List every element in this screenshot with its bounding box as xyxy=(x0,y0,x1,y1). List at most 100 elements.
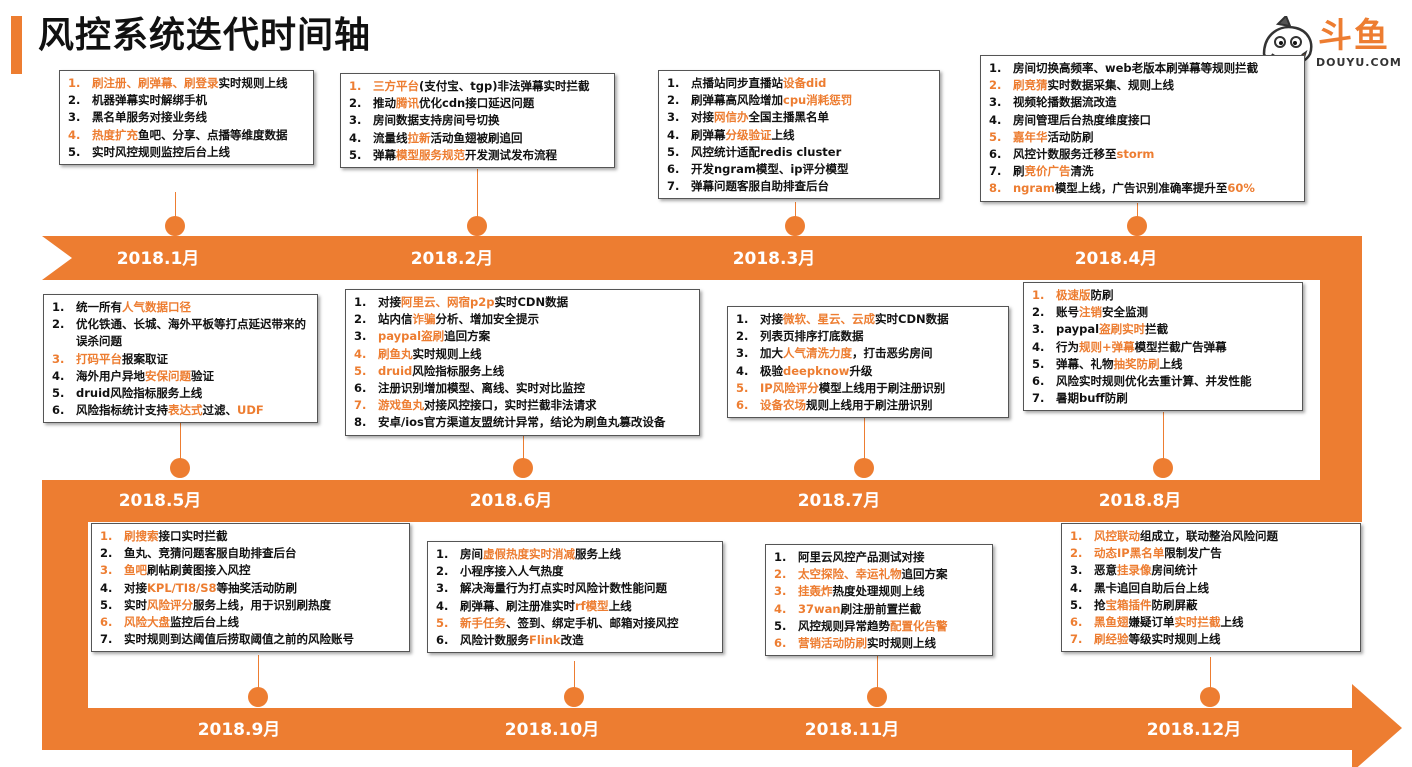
highlight-text: 竞价广告 xyxy=(1024,164,1071,179)
item-text: 视频轮播数据流改造 xyxy=(1013,94,1298,111)
timeline-node xyxy=(467,216,487,236)
timeline-node xyxy=(1127,216,1147,236)
item-number: 8. xyxy=(989,181,1002,196)
milestone-list: 1. 房间虚假热度实时消减服务上线 2. 小程序接入人气热度 3. 解决海量行为打点实时风… xyxy=(434,546,716,649)
milestone-item: 6. 风险大盘监控后台上线 xyxy=(98,614,403,631)
item-number: 1. xyxy=(774,550,787,564)
milestone-item: 7. 暑期buff防刷 xyxy=(1030,390,1296,407)
plain-text: 海外用户异地 xyxy=(76,368,145,383)
item-number: 2. xyxy=(354,312,367,327)
highlight-text: 打码平台 xyxy=(76,351,122,366)
plain-text: 实时规则到达阈值后捞取阈值之前的风险账号 xyxy=(124,632,354,647)
milestone-item: 3. 加大人气清洗力度，打击恶劣房间 xyxy=(734,345,1002,362)
milestone-item: 2. 站内信诈骗分析、增加安全提示 xyxy=(352,311,693,328)
plain-text: 风险实时规则优化去重计算、并发性能 xyxy=(1056,374,1252,389)
highlight-text: 鱼吧 xyxy=(124,563,147,578)
highlight-text: 太空探险、幸运礼物 xyxy=(798,567,902,582)
plain-text: 规则上线用于刷注册识别 xyxy=(806,398,933,413)
milestone-item: 1. 极速版防刷 xyxy=(1030,287,1296,304)
item-text: 挂轰炸热度处理规则上线 xyxy=(798,583,986,600)
milestone-item: 5. 风控统计适配redis cluster xyxy=(665,144,933,161)
plain-text: 小程序接入人气热度 xyxy=(460,564,564,579)
plain-text: 分析、增加安全提示 xyxy=(435,312,540,327)
item-number: 5. xyxy=(68,144,81,159)
month-label: 2018.6月 xyxy=(469,491,553,511)
timeline-node xyxy=(165,216,185,236)
milestone-item: 2. 刷弹幕高风险增加cpu消耗惩罚 xyxy=(665,92,933,109)
plain-text: 加大 xyxy=(760,346,783,361)
milestone-item: 2. 刷竞猜实时数据采集、规则上线 xyxy=(987,77,1298,94)
item-number: 2. xyxy=(52,317,65,332)
item-number: 2. xyxy=(1070,546,1083,561)
plain-text: 服务上线 xyxy=(575,547,621,561)
milestone-item: 2. 太空探险、幸运礼物追回方案 xyxy=(772,566,986,583)
highlight-text: 挂轰炸 xyxy=(798,584,833,599)
plain-text: 房间管理后台热度维度接口 xyxy=(1013,112,1151,127)
item-text: 刷搜索接口实时拦截 xyxy=(124,528,403,545)
item-text: 优化铁通、长城、海外平板等打点延迟带来的误杀问题 xyxy=(76,316,311,350)
plain-text: 服务上线，用于识别刷热度 xyxy=(193,597,331,612)
milestone-list: 1. 阿里云风控产品测试对接 2. 太空探险、幸运礼物追回方案 3. 挂轰炸热度处理规则上… xyxy=(772,549,986,652)
milestone-item: 5. 风控规则异常趋势配置化告警 xyxy=(772,618,986,635)
item-text: 打码平台报案取证 xyxy=(76,351,311,368)
highlight-text: Flink xyxy=(529,633,561,648)
item-number: 8. xyxy=(354,415,367,430)
plain-text: 模型上线用于刷注册识别 xyxy=(818,380,946,395)
milestone-item: 3. paypal盗刷追回方案 xyxy=(352,328,693,345)
highlight-text: 风险大盘 xyxy=(124,615,170,630)
milestone-item: 4. 对接KPL/TI8/S8等抽奖活动防刷 xyxy=(98,580,403,597)
item-number: 4. xyxy=(349,130,362,145)
plain-text: 对接 xyxy=(691,110,714,125)
milestone-item: 1. 对接阿里云、网宿p2p实时CDN数据 xyxy=(352,294,693,311)
plain-text: 实时规则上线 xyxy=(218,76,288,90)
timeline-node xyxy=(867,687,887,707)
highlight-text: 刷竞猜 xyxy=(1013,78,1048,93)
milestone-item: 3. 恶意挂录像房间统计 xyxy=(1068,562,1354,579)
highlight-text: 刷鱼丸 xyxy=(378,346,413,361)
milestone-list: 1. 风控联动组成立，联动整治风险问题 2. 动态IP黑名单限制发广告 3. 恶意挂录像房… xyxy=(1068,528,1354,648)
item-number: 4. xyxy=(68,127,81,142)
highlight-text: 刷注册、刷弹幕、刷登录 xyxy=(92,76,219,90)
item-text: 黑名单服务对接业务线 xyxy=(92,109,307,126)
milestone-box: 1. 对接微软、星云、云成实时CDN数据 2. 列表页排序打底数据 3. 加大人气清洗力度… xyxy=(727,306,1009,419)
milestone-item: 4. 刷鱼丸实时规则上线 xyxy=(352,346,693,363)
item-number: 3. xyxy=(736,346,749,361)
item-number: 6. xyxy=(667,162,680,177)
milestone-box: 1. 极速版防刷 2. 账号注销安全监测 3. paypal盗刷实时拦截 4. 行为规则+弹幕… xyxy=(1023,282,1303,412)
milestone-item: 3. 挂轰炸热度处理规则上线 xyxy=(772,583,986,600)
item-number: 5. xyxy=(667,144,680,159)
plain-text: 优化铁通、长城、海外平板等打点延迟带来的误杀问题 xyxy=(76,317,306,349)
milestone-list: 1. 点播站同步直播站设备did 2. 刷弹幕高风险增加cpu消耗惩罚 3. 对接网信办全… xyxy=(665,75,933,195)
item-number: 3. xyxy=(1070,563,1083,578)
item-number: 7. xyxy=(989,164,1002,179)
item-number: 7. xyxy=(1070,632,1083,647)
plain-text: 等级实时规则上线 xyxy=(1128,632,1221,647)
timeline-node xyxy=(1200,687,1220,707)
item-text: 实时规则到达阈值后捞取阈值之前的风险账号 xyxy=(124,631,403,648)
plain-text: 实时规则上线 xyxy=(412,346,482,361)
item-number: 5. xyxy=(354,363,367,378)
item-number: 3. xyxy=(774,584,787,599)
plain-text: 防刷屏蔽 xyxy=(1151,597,1198,612)
plain-text: 安全监测 xyxy=(1102,305,1148,320)
plain-text: 恶意 xyxy=(1094,563,1117,578)
item-text: 嘉年华活动防刷 xyxy=(1013,129,1298,146)
highlight-text: 腾讯 xyxy=(396,96,419,111)
item-number: 4. xyxy=(736,363,749,378)
item-number: 6. xyxy=(1032,374,1045,389)
item-number: 3. xyxy=(989,95,1002,110)
item-text: 刷弹幕高风险增加cpu消耗惩罚 xyxy=(691,92,933,109)
item-text: 对接KPL/TI8/S8等抽奖活动防刷 xyxy=(124,580,403,597)
item-number: 4. xyxy=(52,368,65,383)
item-number: 5. xyxy=(349,147,362,162)
item-number: 2. xyxy=(68,93,81,108)
milestone-item: 8. 安卓/ios官方渠道友盟统计异常，结论为刷鱼丸篡改设备 xyxy=(352,414,693,431)
item-number: 6. xyxy=(52,403,65,418)
milestone-item: 5. 实时风险评分服务上线，用于识别刷热度 xyxy=(98,597,403,614)
plain-text: 组成立，联动整治风险问题 xyxy=(1140,529,1278,543)
highlight-text: 60% xyxy=(1227,181,1255,196)
milestone-item: 7. 弹幕问题客服自助排查后台 xyxy=(665,178,933,195)
plain-text: 实时数据采集、规则上线 xyxy=(1047,78,1175,93)
highlight-text: ngram xyxy=(1013,181,1055,196)
milestone-item: 3. 房间数据支持房间号切换 xyxy=(347,112,608,129)
